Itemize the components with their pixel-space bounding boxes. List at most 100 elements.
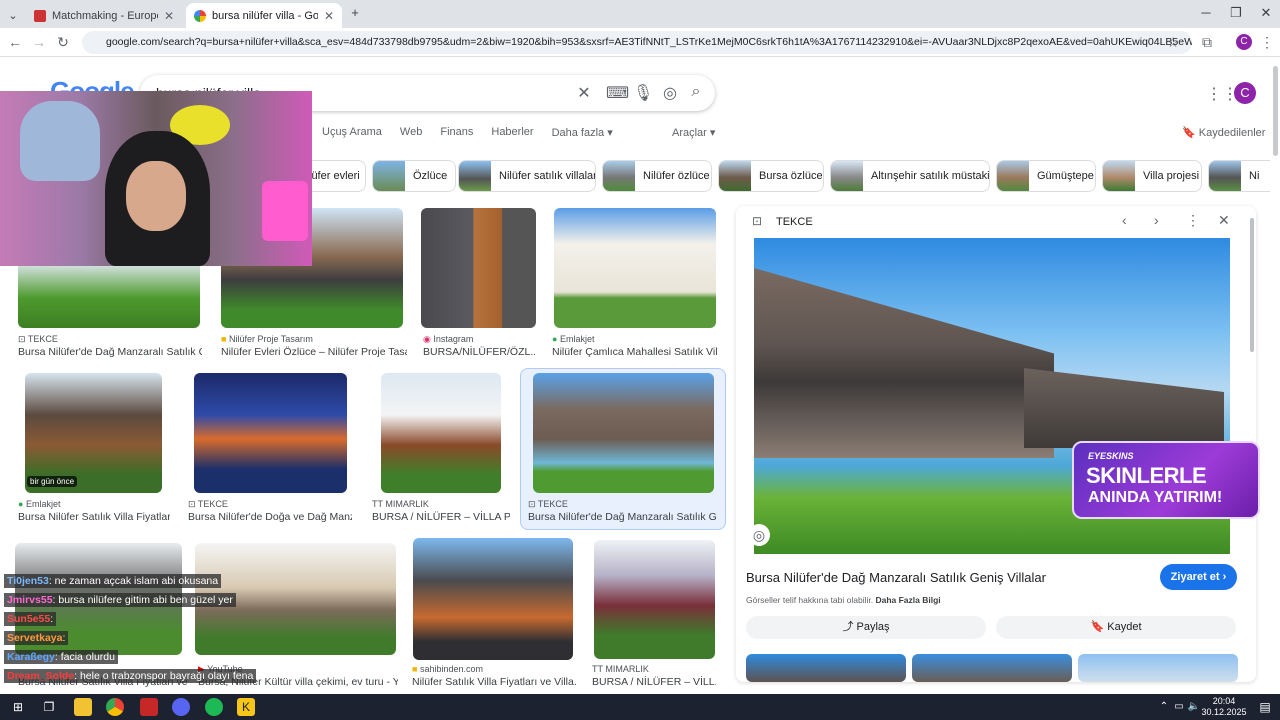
app-icon[interactable]: K <box>237 698 255 716</box>
system-clock[interactable]: 20:04 30.12.2025 <box>1196 696 1252 718</box>
result-title[interactable]: BURSA/NİLÜFER/ÖZL... <box>423 346 535 358</box>
preview-title[interactable]: Bursa Nilüfer'de Dağ Manzaralı Satılık G… <box>746 570 1046 585</box>
chat-text: : facia olurdu <box>54 651 115 663</box>
chrome-icon[interactable] <box>106 698 124 716</box>
close-icon[interactable]: ✕ <box>164 9 174 23</box>
bookmark-star-icon[interactable]: ☆ <box>1164 34 1182 51</box>
result-title[interactable]: Bursa Nilüfer'de Dağ Manzaralı Satılık G… <box>18 346 202 358</box>
search-icon[interactable]: ⌕ <box>686 83 706 101</box>
keyboard-icon[interactable]: ⌨ <box>606 83 629 103</box>
chip-bursa-ozluce[interactable]: Bursa özlüce <box>718 160 824 192</box>
chip-nilufer-ozluce[interactable]: Nilüfer özlüce <box>602 160 712 192</box>
task-view-icon[interactable]: ❐ <box>40 698 58 716</box>
result-title[interactable]: Nilüfer Satılık Villa Fiyatları ve Villa… <box>412 676 576 688</box>
result-image-8[interactable] <box>533 373 714 493</box>
result-source: ⊡ TEKCE <box>528 499 568 509</box>
notifications-icon[interactable]: ▤ <box>1256 698 1274 716</box>
tab-finance[interactable]: Finans <box>440 126 473 139</box>
share-button[interactable]: ⤴ Paylaş <box>746 616 986 639</box>
tab-flights[interactable]: Uçuş Arama <box>322 126 382 139</box>
chip-thumbnail <box>373 161 405 191</box>
profile-avatar[interactable]: C <box>1236 34 1252 50</box>
learn-more-link[interactable]: Daha Fazla Bilgi <box>875 595 940 605</box>
restore-button[interactable]: ❐ <box>1226 5 1246 21</box>
close-icon[interactable]: ✕ <box>324 9 334 23</box>
result-image-3[interactable] <box>421 208 536 328</box>
result-image-4[interactable] <box>554 208 716 328</box>
result-title[interactable]: Nilüfer Çamlıca Mahallesi Satılık Vill..… <box>552 346 718 358</box>
tab-google-search[interactable]: bursa nilüfer villa - Google'da A ✕ <box>186 3 342 28</box>
related-image-3[interactable] <box>1078 654 1238 682</box>
result-image-6[interactable] <box>194 373 347 493</box>
chip-nilufer-evleri[interactable]: lüfer evleri <box>310 160 366 192</box>
chip-altinsehir[interactable]: Altınşehir satılık müstakil <box>830 160 990 192</box>
menu-kebab-icon[interactable]: ⋮ <box>1258 34 1276 51</box>
chip-thumbnail <box>997 161 1029 191</box>
lens-search-icon[interactable]: ◎ <box>748 524 770 546</box>
result-source: ⊡ TEKCE <box>18 334 58 344</box>
chip-label: lüfer evleri <box>310 170 360 182</box>
tab-more[interactable]: Daha fazla ▾ <box>552 126 613 139</box>
previous-arrow-icon[interactable]: ‹ <box>1122 212 1127 228</box>
minimize-button[interactable]: ─ <box>1196 5 1216 20</box>
page-scrollbar[interactable] <box>1273 66 1278 156</box>
result-image-7[interactable] <box>381 373 501 493</box>
chip-thumbnail <box>719 161 751 191</box>
tools-label: Araçlar <box>672 127 707 139</box>
tools-button[interactable]: Araçlar ▾ <box>672 126 715 139</box>
close-icon[interactable]: ✕ <box>1218 212 1230 229</box>
tab-title: Matchmaking - Europe 5v5 Qu <box>52 9 158 22</box>
chip-nilufer-satilik-villalar[interactable]: Nilüfer satılık villalar <box>458 160 596 192</box>
preview-source[interactable]: TEKCE <box>776 216 813 228</box>
chip-ozluce[interactable]: Özlüce <box>372 160 456 192</box>
tab-search-button[interactable]: ⌄ <box>4 3 22 28</box>
lens-icon[interactable]: ◎ <box>660 83 680 103</box>
result-image-12[interactable] <box>594 540 715 659</box>
tab-news[interactable]: Haberler <box>491 126 533 139</box>
new-tab-button[interactable]: + <box>345 5 365 20</box>
visit-label: Ziyaret et <box>1170 571 1220 583</box>
result-title[interactable]: Nilüfer Evleri Özlüce – Nilüfer Proje Ta… <box>221 346 407 358</box>
streaming-app-icon[interactable] <box>140 698 158 716</box>
forward-button[interactable]: → <box>30 34 48 50</box>
extensions-icon[interactable]: ⧉ <box>1198 34 1216 51</box>
google-account-avatar[interactable]: C <box>1234 82 1256 104</box>
chip-gumustepe[interactable]: Gümüştepe <box>996 160 1096 192</box>
result-title[interactable]: BURSA / NİLÜFER – VİLL... <box>592 676 716 688</box>
clear-icon[interactable]: ✕ <box>574 83 594 103</box>
result-title[interactable]: Bursa Nilüfer Satılık Villa Fiyatlar... <box>18 511 170 523</box>
result-image-11[interactable] <box>413 538 573 660</box>
result-title[interactable]: Bursa Nilüfer'de Doğa ve Dağ Manz... <box>188 511 352 523</box>
related-image-2[interactable] <box>912 654 1072 682</box>
back-button[interactable]: ← <box>6 34 24 50</box>
result-image-5[interactable]: bir gün önce <box>25 373 162 493</box>
discord-icon[interactable] <box>172 698 190 716</box>
chip-label: Nilüfer özlüce <box>643 170 710 182</box>
result-title[interactable]: Bursa Nilüfer'de Dağ Manzaralı Satılık G… <box>528 511 716 523</box>
more-options-icon[interactable]: ⋮ <box>1186 212 1200 229</box>
file-explorer-icon[interactable] <box>74 698 92 716</box>
related-image-1[interactable] <box>746 654 906 682</box>
browser-toolbar: ← → ↻ google.com/search?q=bursa+nilüfer+… <box>0 28 1280 57</box>
chat-text: : ne zaman açcak islam abi okusana <box>48 575 219 587</box>
next-arrow-icon[interactable]: › <box>1154 212 1159 228</box>
chip-more[interactable]: Ni <box>1208 160 1270 192</box>
result-title[interactable]: BURSA / NİLÜFER – VİLLA P... <box>372 511 510 523</box>
windows-start-icon[interactable]: ⊞ <box>9 698 27 716</box>
reload-button[interactable]: ↻ <box>54 34 72 51</box>
chat-user: Dream_Solde <box>7 670 75 682</box>
spotify-icon[interactable] <box>205 698 223 716</box>
chip-villa-projesi[interactable]: Villa projesi <box>1102 160 1202 192</box>
visit-button[interactable]: Ziyaret et › <box>1160 564 1237 590</box>
microphone-icon[interactable]: 🎙 <box>633 83 653 103</box>
close-window-button[interactable]: ✕ <box>1256 5 1276 21</box>
address-bar[interactable]: google.com/search?q=bursa+nilüfer+villa&… <box>82 31 1192 54</box>
chip-label: Villa projesi <box>1143 170 1200 182</box>
streamer-webcam <box>0 91 312 266</box>
panel-scrollbar[interactable] <box>1250 218 1254 352</box>
save-button[interactable]: 🔖 Kaydet <box>996 616 1236 639</box>
saved-button[interactable]: 🔖 Kaydedilenler <box>1182 126 1265 139</box>
pink-light <box>262 181 308 241</box>
tab-matchmaking[interactable]: Matchmaking - Europe 5v5 Qu ✕ <box>26 3 182 28</box>
tab-web[interactable]: Web <box>400 126 422 139</box>
